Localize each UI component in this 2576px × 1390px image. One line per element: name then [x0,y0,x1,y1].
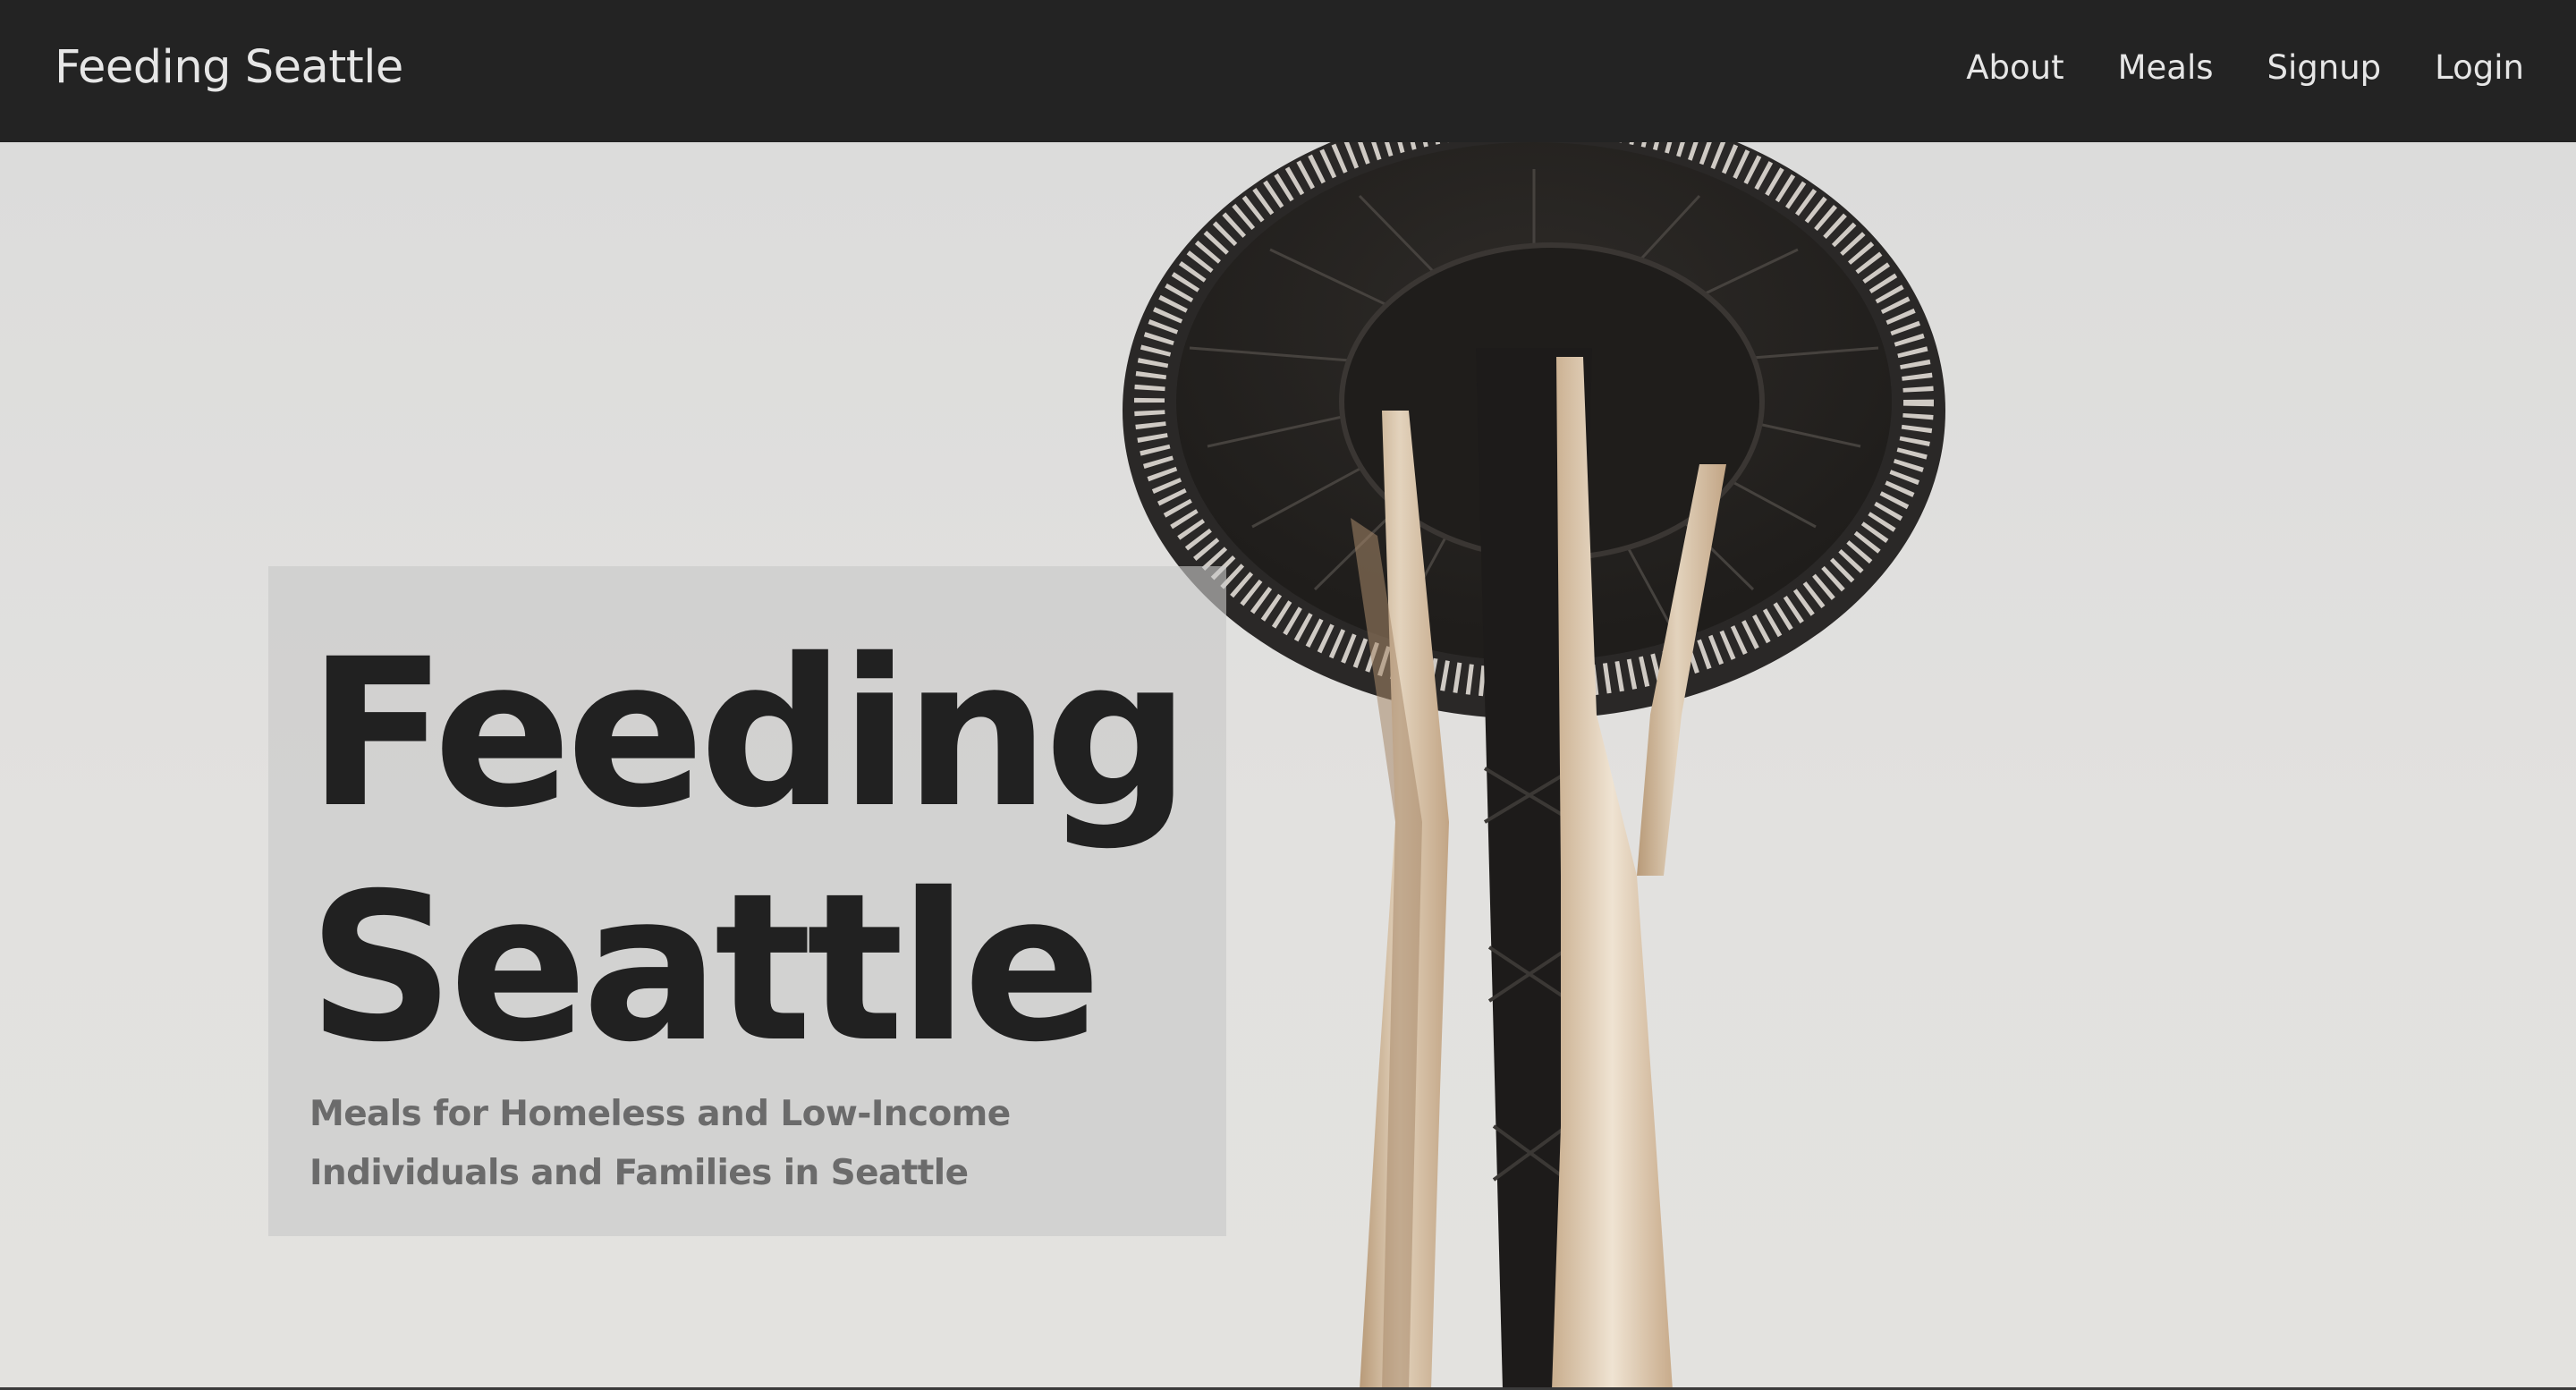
hero-title-line-1: Feeding [308,614,1191,852]
hero-title: Feeding Seattle [308,614,1191,1087]
hero-subtitle: Meals for Homeless and Low-Income Indivi… [309,1094,1011,1193]
nav-link-about[interactable]: About [1966,48,2063,87]
brand-link[interactable]: Feeding Seattle [55,41,403,94]
hero-card: Feeding Seattle Meals for Homeless and L… [268,566,1226,1236]
hero-section: Feeding Seattle Meals for Homeless and L… [0,142,2576,1390]
nav-link-signup[interactable]: Signup [2267,48,2382,87]
nav-link-login[interactable]: Login [2435,48,2524,87]
nav-link-meals[interactable]: Meals [2118,48,2214,87]
hero-title-line-2: Seattle [308,849,1101,1087]
nav-links: About Meals Signup Login [1912,48,2524,87]
navbar: Feeding Seattle About Meals Signup Login [0,0,2576,142]
